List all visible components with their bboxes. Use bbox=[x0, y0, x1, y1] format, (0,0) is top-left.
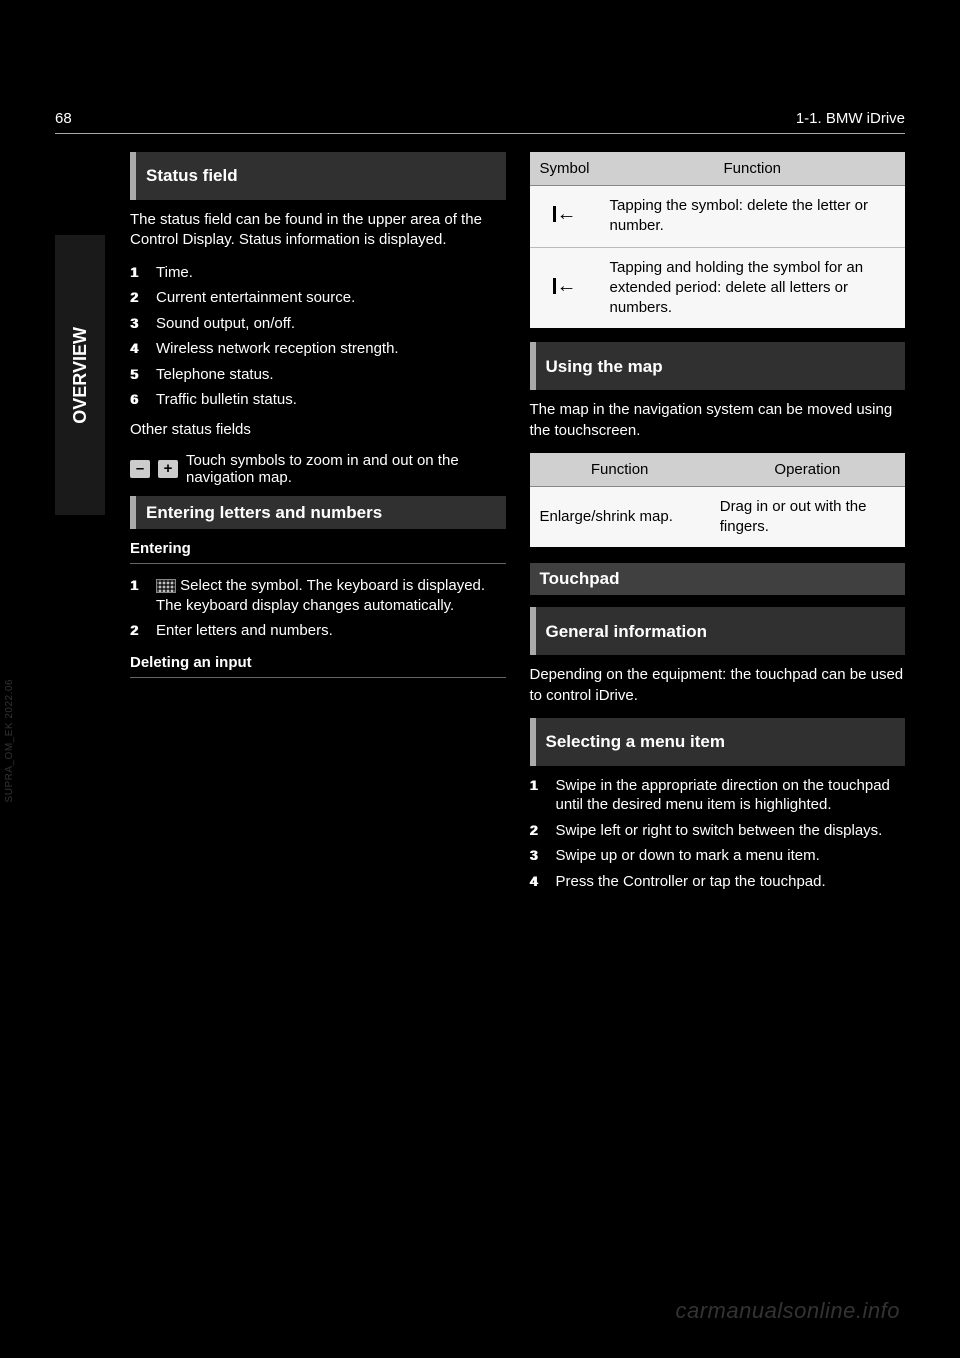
other-status-fields: Other status fields bbox=[130, 420, 506, 440]
minus-icon: – bbox=[130, 460, 150, 478]
th-function: Function bbox=[600, 152, 905, 186]
op-cell: Drag in or out with the fingers. bbox=[710, 486, 905, 547]
watermark: carmanualsonline.info bbox=[675, 1298, 900, 1324]
th-operation: Operation bbox=[710, 453, 905, 487]
th-function2: Function bbox=[530, 453, 710, 487]
backspace-icon-cell: ← bbox=[530, 247, 600, 328]
menu-step-1: Swipe in the appropriate direction on th… bbox=[556, 777, 890, 814]
table-row: ← Tapping the symbol: delete the letter … bbox=[530, 186, 906, 248]
side-tab-label: OVERVIEW bbox=[70, 327, 91, 424]
status-field-text: The status field can be found in the upp… bbox=[130, 210, 506, 251]
status-item-1: Time. bbox=[156, 264, 193, 281]
using-map-text: The map in the navigation system can be … bbox=[530, 400, 906, 441]
status-item-3: Sound output, on/off. bbox=[156, 315, 295, 332]
sub-entering: Entering bbox=[130, 539, 506, 564]
zoom-symbols-row: – + Touch symbols to zoom in and out on … bbox=[130, 452, 506, 486]
func-cell2: Enlarge/shrink map. bbox=[530, 486, 710, 547]
left-column: Status field The status field can be fou… bbox=[130, 152, 506, 901]
menu-step-3: Swipe up or down to mark a menu item. bbox=[556, 847, 820, 864]
backspace-icon: ← bbox=[553, 204, 577, 224]
list-item: 4Press the Controller or tap the touchpa… bbox=[530, 872, 906, 892]
menu-step-4: Press the Controller or tap the touchpad… bbox=[556, 873, 826, 890]
table-row: Enlarge/shrink map. Drag in or out with … bbox=[530, 486, 906, 547]
entering-step-1: Select the symbol. The keyboard is displ… bbox=[156, 577, 485, 614]
backspace-icon-cell: ← bbox=[530, 186, 600, 248]
source-note: SUPRA_OM_EK 2022.06 bbox=[4, 679, 15, 802]
page-header: 68 1-1. BMW iDrive bbox=[55, 110, 905, 134]
status-list: 1Time. 2Current entertainment source. 3S… bbox=[130, 263, 506, 410]
menu-step-2: Swipe left or right to switch between th… bbox=[556, 822, 883, 839]
side-tab-overview: OVERVIEW bbox=[55, 235, 105, 515]
th-symbol: Symbol bbox=[530, 152, 600, 186]
page-number: 68 bbox=[55, 110, 72, 127]
zoom-text: Touch symbols to zoom in and out on the … bbox=[186, 452, 506, 486]
list-item: 1Swipe in the appropriate direction on t… bbox=[530, 776, 906, 815]
func-cell: Tapping the symbol: delete the letter or… bbox=[600, 186, 905, 248]
entering-step-2: Enter letters and numbers. bbox=[156, 622, 333, 639]
list-item: 3Swipe up or down to mark a menu item. bbox=[530, 846, 906, 866]
backspace-icon: ← bbox=[553, 276, 577, 296]
section-using-map: Using the map bbox=[530, 342, 906, 390]
section-select-menu: Selecting a menu item bbox=[530, 718, 906, 766]
section-entering-letters: Entering letters and numbers bbox=[130, 496, 506, 529]
general-info-text: Depending on the equipment: the touchpad… bbox=[530, 665, 906, 706]
list-item: 3Sound output, on/off. bbox=[130, 314, 506, 334]
list-item: 2Current entertainment source. bbox=[130, 288, 506, 308]
plus-icon: + bbox=[158, 460, 178, 478]
list-item: 1Time. bbox=[130, 263, 506, 283]
status-item-5: Telephone status. bbox=[156, 366, 274, 383]
chapter-title: 1-1. BMW iDrive bbox=[796, 110, 905, 127]
right-column: Symbol Function ← Tapping the symbol: de… bbox=[530, 152, 906, 901]
list-item: 5Telephone status. bbox=[130, 365, 506, 385]
status-item-2: Current entertainment source. bbox=[156, 289, 355, 306]
status-item-6: Traffic bulletin status. bbox=[156, 391, 297, 408]
symbol-function-table: Symbol Function ← Tapping the symbol: de… bbox=[530, 152, 906, 328]
section-general-info: General information bbox=[530, 607, 906, 655]
keyboard-icon bbox=[156, 579, 176, 593]
status-item-4: Wireless network reception strength. bbox=[156, 340, 399, 357]
sub-touchpad: Touchpad bbox=[530, 563, 906, 595]
list-item: 4Wireless network reception strength. bbox=[130, 339, 506, 359]
table-row: ← Tapping and holding the symbol for an … bbox=[530, 247, 906, 328]
menu-steps: 1Swipe in the appropriate direction on t… bbox=[530, 776, 906, 892]
list-item: 2Swipe left or right to switch between t… bbox=[530, 821, 906, 841]
func-cell: Tapping and holding the symbol for an ex… bbox=[600, 247, 905, 328]
list-item: 2 Enter letters and numbers. bbox=[130, 621, 506, 641]
sub-deleting: Deleting an input bbox=[130, 653, 506, 678]
entering-steps: 1 Select the symbol. The keyboard is dis… bbox=[130, 576, 506, 641]
list-item: 6Traffic bulletin status. bbox=[130, 390, 506, 410]
list-item: 1 Select the symbol. The keyboard is dis… bbox=[130, 576, 506, 615]
function-operation-table: Function Operation Enlarge/shrink map. D… bbox=[530, 453, 906, 548]
section-status-field: Status field bbox=[130, 152, 506, 200]
